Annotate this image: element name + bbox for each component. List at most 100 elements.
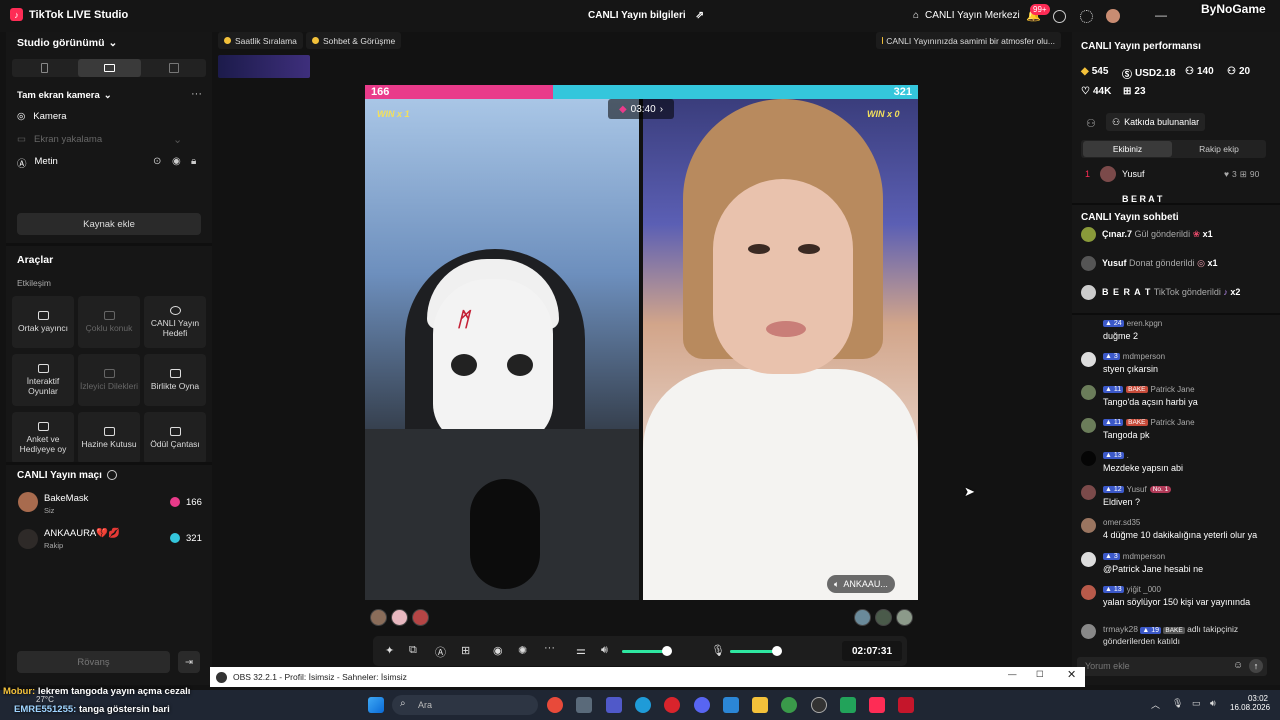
- live-center-link[interactable]: ⌂ CANLI Yayın Merkezi: [913, 10, 1020, 21]
- folder-icon[interactable]: [752, 697, 768, 713]
- clock[interactable]: 03:02 16.08.2026: [1230, 694, 1270, 712]
- mic-knob[interactable]: [772, 646, 782, 656]
- supporter-avatar[interactable]: [875, 609, 892, 626]
- media-player-icon[interactable]: [898, 697, 914, 713]
- emoji-icon[interactable]: ☺: [1233, 660, 1243, 671]
- supporter-avatar[interactable]: [896, 609, 913, 626]
- exit-icon[interactable]: ⇥: [178, 651, 200, 673]
- tiktok-icon[interactable]: [869, 697, 885, 713]
- contributors-button[interactable]: ⚇ Katkıda bulunanlar: [1106, 113, 1206, 131]
- effects-icon[interactable]: ⧉: [409, 644, 417, 657]
- chat-message[interactable]: ▲ 11 BAKE Patrick Jane Tangoda pk: [1081, 418, 1276, 440]
- volume-knob[interactable]: [662, 646, 672, 656]
- discord-icon[interactable]: [694, 697, 710, 713]
- chat-message[interactable]: ▲ 13 yiğit _000 yalan söylüyor 150 kişi v…: [1081, 585, 1276, 607]
- chat-message[interactable]: ▲ 11 BAKE Patrick Jane Tango'da açsın harb…: [1081, 385, 1276, 407]
- comment-input[interactable]: Yorum ekle ☺ ↑: [1077, 657, 1267, 676]
- source-text[interactable]: Ⓐ Metin: [17, 156, 58, 170]
- event-banner[interactable]: [218, 55, 310, 78]
- chat-message[interactable]: ▲ 12 Yusuf No. 1 Eldiven ?: [1081, 485, 1276, 507]
- avatar[interactable]: [1106, 9, 1120, 23]
- chat-message[interactable]: ▲ 24 eren.kpgn duğme 2: [1081, 319, 1276, 341]
- teams-icon[interactable]: [606, 697, 622, 713]
- send-icon[interactable]: ↑: [1249, 659, 1263, 673]
- battle-timer[interactable]: ◆ 03:40 ›: [608, 99, 674, 119]
- chat-call-chip[interactable]: Sohbet & Görüşme: [306, 32, 402, 49]
- co-host-tool[interactable]: Ortak yayıncı: [12, 296, 74, 348]
- score-right: 321: [893, 86, 912, 98]
- adjust-icon[interactable]: ⚌: [576, 644, 586, 657]
- app-icon[interactable]: [840, 697, 856, 713]
- rematch-button[interactable]: Rövanş: [17, 651, 170, 673]
- opponent-name-tag[interactable]: 🔈︎ ANKAAU...: [827, 575, 895, 593]
- hourly-ranking-chip[interactable]: Saatlik Sıralama: [218, 32, 303, 49]
- ai-icon[interactable]: Ⓐ: [435, 644, 446, 660]
- transform-icon[interactable]: ⊙: [153, 156, 161, 167]
- user-plus-icon[interactable]: ⚇: [1086, 117, 1096, 130]
- help-icon[interactable]: [106, 470, 117, 480]
- studio-view-dropdown[interactable]: Studio görünümü ⌄: [17, 37, 117, 49]
- stream-info-link[interactable]: CANLI Yayın bilgileri ⇗: [588, 10, 704, 21]
- chevron-up-icon[interactable]: ︿: [1151, 698, 1160, 711]
- supporter-avatar[interactable]: [412, 609, 429, 626]
- minimize-icon[interactable]: —: [1008, 669, 1017, 679]
- supporter-avatar[interactable]: [391, 609, 408, 626]
- portrait-icon[interactable]: [41, 63, 48, 73]
- chat-message[interactable]: ▲ 3 mdmperson @Patrick Jane hesabi ne: [1081, 552, 1276, 574]
- chat-message[interactable]: omer.sd35 4 düğme 10 dakikalığına yeterl…: [1081, 518, 1276, 540]
- obs-window-bar[interactable]: OBS 32.2.1 - Profil: İsimsiz - Sahneler:…: [210, 667, 1085, 687]
- chat-message[interactable]: ▲ 3 mdmperson styen çıkarsin: [1081, 352, 1276, 374]
- eye-icon[interactable]: ◉: [172, 156, 181, 167]
- record-icon[interactable]: ◉: [493, 644, 503, 657]
- chat-message[interactable]: ▲ 13. Mezdeke yapsın abi: [1081, 451, 1276, 473]
- microphone-icon[interactable]: 🎙︎: [711, 644, 725, 657]
- play-together-tool[interactable]: Birlikte Oyna: [144, 354, 206, 406]
- obs-icon[interactable]: [811, 697, 827, 713]
- more-icon[interactable]: ···: [544, 642, 555, 654]
- volume-icon[interactable]: 🔊︎: [601, 644, 608, 657]
- network-icon[interactable]: ▭: [1192, 698, 1201, 709]
- add-media-icon[interactable]: ⊞: [461, 644, 470, 657]
- live-goal-tool[interactable]: CANLI Yayın Hedefi: [144, 296, 206, 348]
- supporter-avatar[interactable]: [854, 609, 871, 626]
- minimize-icon[interactable]: —: [1155, 8, 1167, 22]
- source-camera[interactable]: ◎ Kamera: [17, 111, 67, 122]
- share-icon[interactable]: ⇗: [696, 10, 704, 21]
- add-source-button[interactable]: Kaynak ekle: [17, 213, 201, 235]
- chrome-alt-icon[interactable]: [781, 697, 797, 713]
- interactive-games-tool[interactable]: İnteraktif Oyunlar: [12, 354, 74, 406]
- chevron-down-icon[interactable]: ⌄: [173, 133, 182, 146]
- source-group-dropdown[interactable]: Tam ekran kamera ⌄: [17, 90, 112, 101]
- tab-own-team[interactable]: Ekibiniz: [1083, 141, 1172, 157]
- landscape-icon[interactable]: [104, 64, 115, 72]
- supporter-avatar[interactable]: [370, 609, 387, 626]
- tip-chip[interactable]: CANLI Yayınınızda samimi bir atmosfer ol…: [876, 32, 1061, 49]
- lock-icon[interactable]: 🔒︎: [191, 156, 196, 167]
- magic-wand-icon[interactable]: ✦: [385, 644, 394, 657]
- settings-icon[interactable]: [1080, 10, 1093, 23]
- source-screen-capture[interactable]: ▭ Ekran yakalama: [17, 134, 102, 145]
- capture-icon[interactable]: ✺: [518, 644, 527, 657]
- chrome-icon[interactable]: [547, 697, 563, 713]
- dual-layout-icon[interactable]: [169, 63, 179, 73]
- viewer-wishes-tool[interactable]: İzleyici Dilekleri: [78, 354, 140, 406]
- maximize-icon[interactable]: ☐: [1036, 669, 1044, 680]
- edge-icon[interactable]: [635, 697, 651, 713]
- speaker-icon[interactable]: 🔊︎: [1210, 698, 1216, 709]
- multi-guest-tool[interactable]: Çoklu konuk: [78, 296, 140, 348]
- close-icon[interactable]: ✕: [1067, 668, 1076, 681]
- taskbar-search[interactable]: ⌕ Ara: [392, 695, 538, 715]
- opera-icon[interactable]: [664, 697, 680, 713]
- more-icon[interactable]: ···: [191, 88, 202, 100]
- windows-start-icon[interactable]: [368, 697, 384, 713]
- poll-tool[interactable]: Anket ve Hediyeye oy: [12, 412, 74, 464]
- gift-count: x1: [1207, 258, 1218, 268]
- tab-rival-team[interactable]: Rakip ekip: [1174, 141, 1264, 157]
- help-icon[interactable]: [1053, 10, 1066, 23]
- reward-bag-tool[interactable]: Ödül Çantası: [144, 412, 206, 464]
- mail-icon[interactable]: [723, 697, 739, 713]
- treasure-box-tool[interactable]: Hazine Kutusu: [78, 412, 140, 464]
- weather-temp[interactable]: 27°C: [36, 695, 54, 704]
- store-icon[interactable]: [576, 697, 592, 713]
- microphone-icon[interactable]: 🎙︎: [1172, 698, 1183, 709]
